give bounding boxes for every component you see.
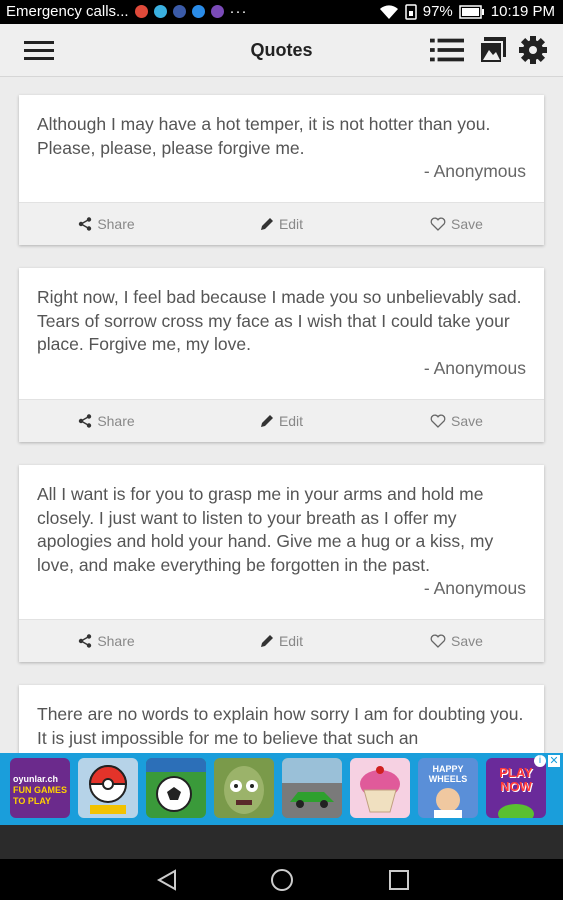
save-label: Save bbox=[451, 216, 483, 232]
share-label: Share bbox=[97, 633, 135, 649]
quote-text: Right now, I feel bad because I made you… bbox=[37, 287, 522, 354]
quote-card: All I want is for you to grasp me in you… bbox=[19, 465, 544, 662]
system-nav-bar bbox=[0, 859, 563, 900]
recents-square-icon bbox=[389, 870, 409, 890]
home-circle-icon bbox=[271, 869, 293, 891]
ad-tile[interactable] bbox=[146, 758, 206, 818]
edit-label: Edit bbox=[278, 216, 304, 232]
battery-icon bbox=[459, 4, 484, 19]
quote-author: - Anonymous bbox=[423, 578, 526, 598]
pencil-icon bbox=[260, 218, 273, 230]
ad-tile[interactable] bbox=[78, 758, 138, 818]
ad-banner[interactable]: oyunlar.ch FUN GAMES TO PLAY HAPPY WHEEL… bbox=[0, 753, 563, 825]
quote-text: Although I may have a hot temper, it is … bbox=[37, 114, 491, 158]
ad-choices[interactable]: i ✕ bbox=[534, 755, 560, 767]
ad-tile[interactable]: PLAY NOW bbox=[486, 758, 546, 818]
notification-text: Emergency calls... bbox=[6, 3, 129, 20]
list-icon bbox=[430, 38, 464, 62]
quote-card: Although I may have a hot temper, it is … bbox=[19, 95, 544, 245]
share-icon bbox=[79, 634, 92, 648]
app-notification-icon bbox=[210, 5, 224, 18]
quote-actions: Share Edit Save bbox=[19, 399, 544, 442]
edit-label: Edit bbox=[278, 633, 304, 649]
battery-percent: 97% bbox=[422, 3, 453, 20]
facebook-icon bbox=[172, 5, 186, 18]
quote-actions: Share Edit Save bbox=[19, 619, 544, 662]
settings-button[interactable] bbox=[516, 34, 550, 66]
share-icon bbox=[79, 414, 92, 428]
info-icon[interactable]: i bbox=[534, 755, 546, 767]
app-bar: Quotes bbox=[0, 24, 563, 77]
ad-tile[interactable] bbox=[350, 758, 410, 818]
ad-tile[interactable]: HAPPY WHEELS bbox=[418, 758, 478, 818]
quote-author: - Anonymous bbox=[423, 161, 526, 181]
clock: 10:19 PM bbox=[490, 3, 555, 20]
ad-tile[interactable] bbox=[282, 758, 342, 818]
character-icon bbox=[434, 788, 462, 818]
frog-icon bbox=[498, 804, 534, 818]
save-button[interactable]: Save bbox=[369, 620, 544, 662]
edit-button[interactable]: Edit bbox=[194, 203, 369, 245]
image-gallery-icon bbox=[479, 37, 506, 64]
app-notification-icon bbox=[134, 5, 148, 18]
save-label: Save bbox=[451, 413, 483, 429]
soccer-ball-icon bbox=[146, 758, 206, 812]
close-icon[interactable]: ✕ bbox=[548, 755, 560, 767]
list-view-button[interactable] bbox=[430, 34, 464, 66]
race-car-icon bbox=[282, 758, 342, 818]
save-button[interactable]: Save bbox=[369, 203, 544, 245]
quote-author: - Anonymous bbox=[423, 357, 526, 378]
pencil-icon bbox=[260, 635, 273, 647]
home-button[interactable] bbox=[269, 867, 295, 893]
quote-card: There are no words to explain how sorry … bbox=[19, 685, 544, 753]
ad-tile[interactable]: oyunlar.ch FUN GAMES TO PLAY bbox=[10, 758, 70, 818]
recents-button[interactable] bbox=[386, 867, 412, 893]
sim-icon bbox=[405, 3, 417, 20]
ad-tile[interactable] bbox=[214, 758, 274, 818]
save-label: Save bbox=[451, 633, 483, 649]
heart-icon bbox=[430, 634, 446, 648]
share-label: Share bbox=[97, 216, 135, 232]
share-icon bbox=[79, 217, 92, 231]
heart-icon bbox=[430, 217, 446, 231]
pokeball-icon bbox=[88, 765, 128, 814]
share-label: Share bbox=[97, 413, 135, 429]
back-button[interactable] bbox=[154, 867, 180, 893]
heart-icon bbox=[430, 414, 446, 428]
quote-text: There are no words to explain how sorry … bbox=[37, 704, 524, 748]
gallery-button[interactable] bbox=[476, 34, 510, 66]
quote-list[interactable]: Although I may have a hot temper, it is … bbox=[0, 77, 563, 753]
ad-spacer bbox=[0, 825, 563, 859]
save-button[interactable]: Save bbox=[369, 400, 544, 442]
quote-text: All I want is for you to grasp me in you… bbox=[37, 484, 494, 575]
messenger-icon bbox=[191, 5, 205, 18]
gear-icon bbox=[519, 36, 547, 64]
app-notification-icon bbox=[153, 5, 167, 18]
share-button[interactable]: Share bbox=[19, 400, 194, 442]
edit-label: Edit bbox=[278, 413, 304, 429]
edit-button[interactable]: Edit bbox=[194, 620, 369, 662]
zombie-icon bbox=[224, 766, 264, 814]
pencil-icon bbox=[260, 415, 273, 427]
share-button[interactable]: Share bbox=[19, 620, 194, 662]
wifi-icon bbox=[379, 4, 398, 19]
quote-card: Right now, I feel bad because I made you… bbox=[19, 268, 544, 442]
status-bar: Emergency calls... ··· 97% 10:19 PM bbox=[0, 0, 563, 24]
quote-actions: Share Edit Save bbox=[19, 202, 544, 245]
back-triangle-icon bbox=[156, 869, 176, 891]
share-button[interactable]: Share bbox=[19, 203, 194, 245]
edit-button[interactable]: Edit bbox=[194, 400, 369, 442]
more-notifications-icon: ··· bbox=[229, 3, 248, 20]
cupcake-icon bbox=[360, 766, 400, 813]
